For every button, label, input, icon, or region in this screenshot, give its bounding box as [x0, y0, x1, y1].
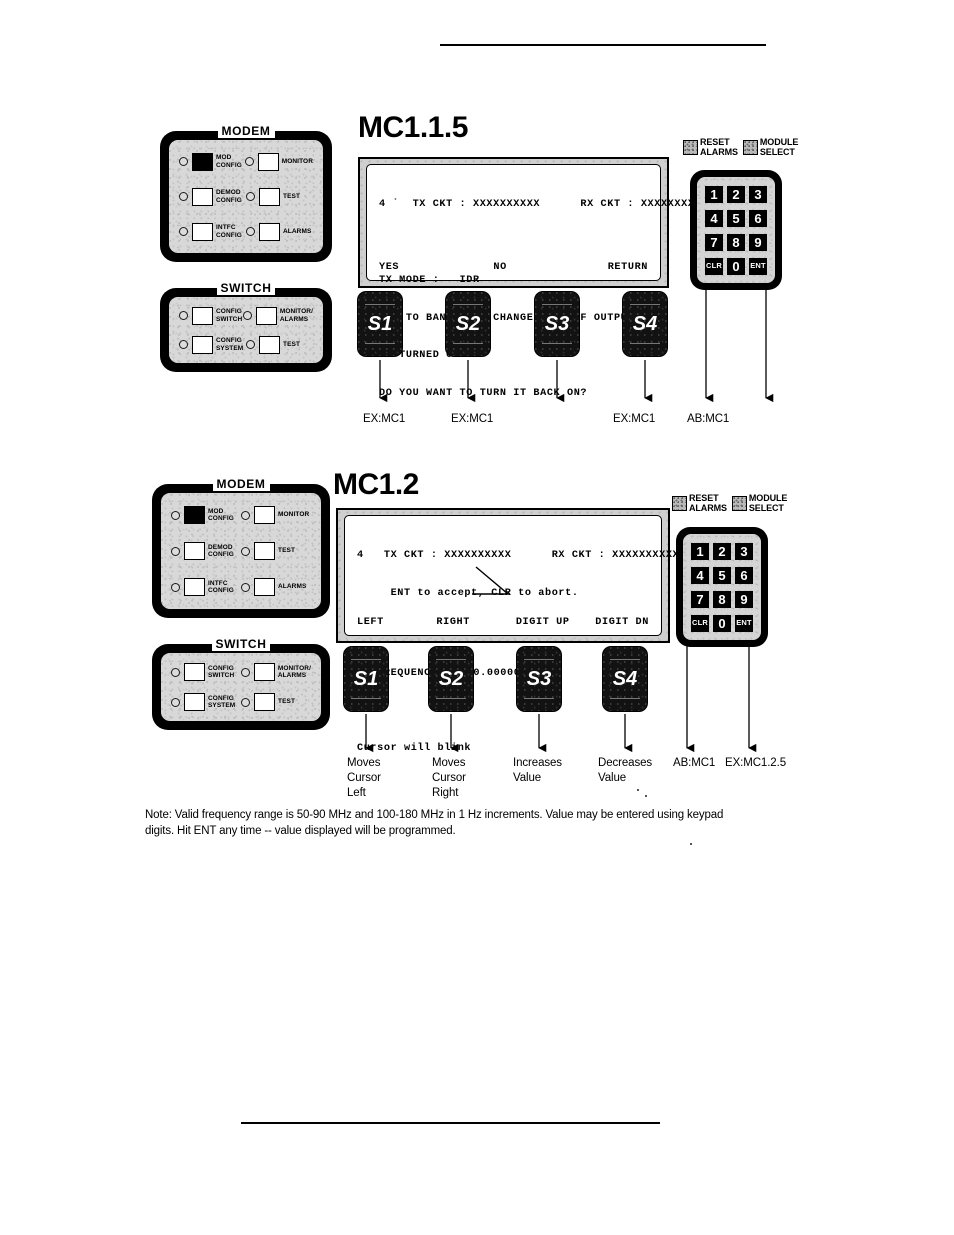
soft-button-s1-label: S1: [367, 312, 393, 335]
callout-s1: Moves Cursor Left: [347, 757, 381, 799]
soft-button-s3-label: S3: [526, 667, 552, 690]
scan-artifact: [637, 789, 639, 791]
figure-mc12: MC1.2 MODEM MOD CONFIG MONITOR DEMOD CON…: [0, 0, 954, 800]
scan-artifact: [645, 795, 647, 797]
scan-artifact: [690, 843, 692, 845]
modem-panel-1-caption: MODEM: [160, 124, 332, 138]
callout-clr: AB:MC1: [673, 757, 716, 769]
callout-s2: Moves Cursor Right: [432, 757, 466, 799]
callout-ent: EX:MC1.2.5: [725, 757, 786, 769]
footer-rule: [241, 1122, 660, 1124]
switch-panel-1-caption: SWITCH: [160, 281, 332, 295]
soft-button-s4-label: S4: [632, 312, 658, 335]
soft-button-s4-label: S4: [612, 667, 638, 690]
soft-button-s3-label: S3: [544, 312, 570, 335]
soft-button-s2-label: S2: [438, 667, 464, 690]
callout-arrows-2: [365, 645, 757, 753]
switch-panel-2-caption: SWITCH: [152, 637, 330, 651]
soft-button-s1-label: S1: [353, 667, 379, 690]
modem-panel-2-caption: MODEM: [152, 477, 330, 491]
callout-s3: Increases Value: [513, 757, 562, 784]
callout-s4: Decreases Value: [598, 757, 653, 784]
note-text: Note: Valid frequency range is 50-90 MHz…: [145, 809, 724, 837]
soft-button-s2-label: S2: [455, 312, 481, 335]
